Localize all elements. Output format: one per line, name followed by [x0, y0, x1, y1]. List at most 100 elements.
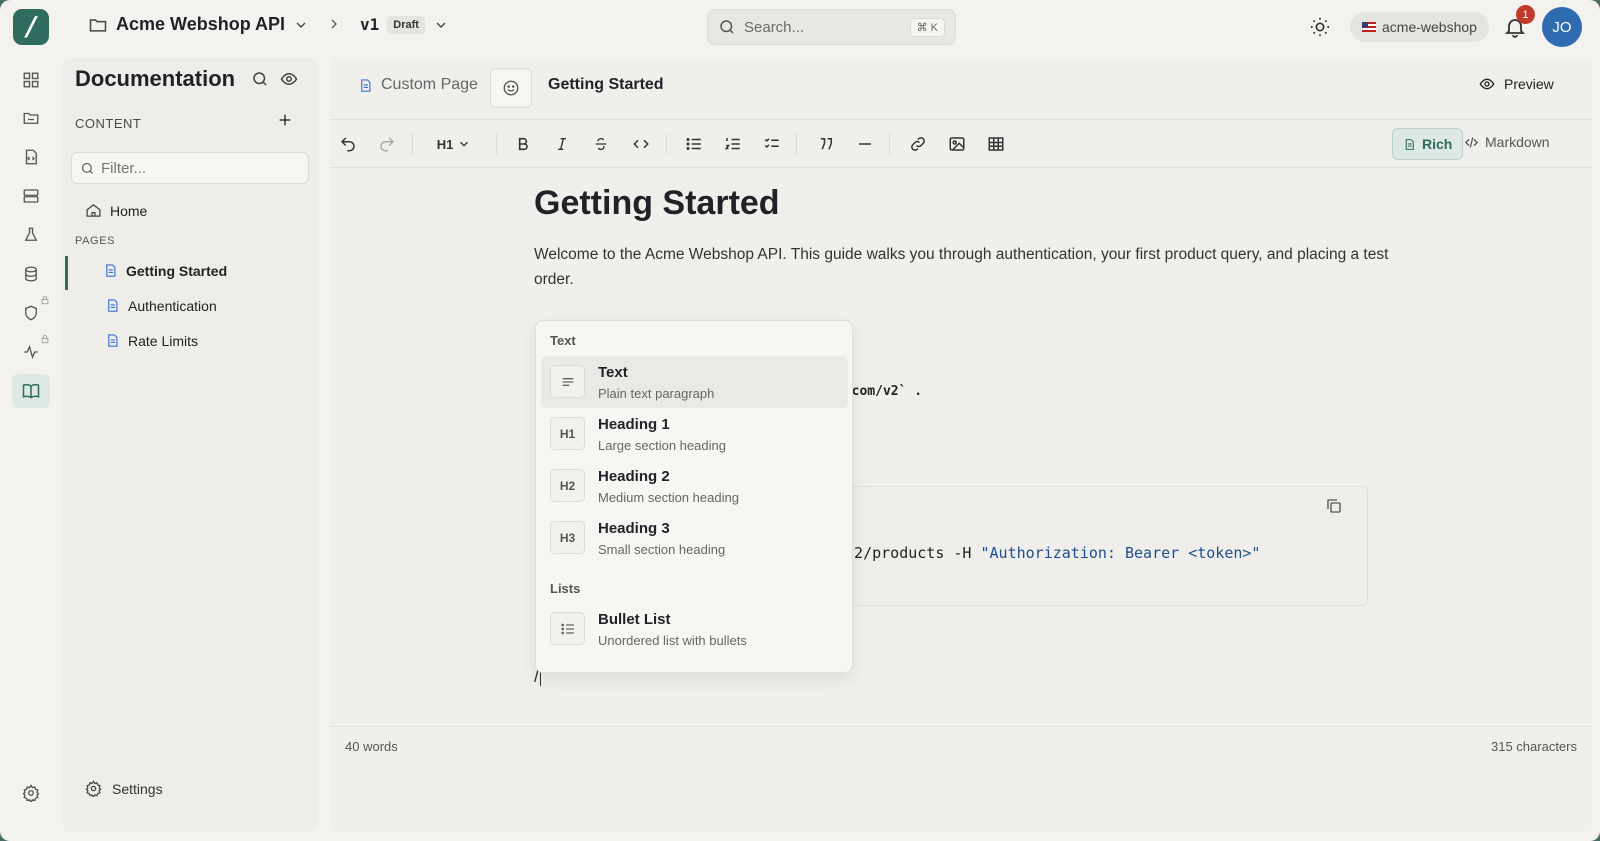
theme-toggle-sun-icon[interactable]	[1309, 16, 1331, 38]
menu-item-heading-1[interactable]: H1 Heading 1 Large section heading	[541, 408, 848, 460]
toolbar-divider	[796, 134, 797, 154]
page-title-input[interactable]: Getting Started	[548, 76, 664, 94]
chevron-down-icon	[460, 141, 469, 147]
document-paragraph[interactable]: Welcome to the Acme Webshop API. This gu…	[534, 242, 1394, 292]
tenant-name: acme-webshop	[1382, 19, 1477, 35]
server-icon[interactable]	[17, 182, 45, 210]
sidebar-page-rate-limits[interactable]: Rate Limits	[105, 332, 198, 349]
document-icon	[108, 334, 118, 347]
sidebar-title: Documentation	[75, 66, 236, 91]
code-icon	[1464, 136, 1479, 148]
lock-icon	[41, 334, 49, 344]
flask-icon[interactable]	[17, 221, 45, 249]
sidebar-header-actions	[251, 70, 299, 88]
document-heading[interactable]: Getting Started	[534, 184, 780, 223]
document-icon	[1405, 138, 1414, 150]
pages-section-label: PAGES	[75, 235, 116, 247]
menu-item-subtitle: Small section heading	[598, 542, 726, 557]
breadcrumb-separator-icon	[326, 16, 342, 32]
table-icon[interactable]	[984, 132, 1008, 156]
word-count: 40 words	[345, 739, 398, 754]
version-label: v1	[360, 15, 380, 34]
link-icon[interactable]	[906, 132, 930, 156]
markdown-mode-label: Markdown	[1485, 134, 1550, 150]
folder-icon	[89, 18, 107, 32]
api-file-icon[interactable]	[17, 143, 45, 171]
documentation-book-icon[interactable]	[12, 374, 50, 408]
toolbar-divider	[496, 134, 497, 154]
menu-item-subtitle: Unordered list with bullets	[598, 633, 747, 648]
sidebar-page-getting-started[interactable]: Getting Started	[103, 262, 227, 279]
page-type-text: Custom Page	[381, 76, 478, 93]
project-switcher[interactable]: Acme Webshop API	[88, 14, 309, 35]
chevron-down-icon	[436, 22, 446, 28]
heading-2-icon: H2	[550, 469, 585, 502]
active-page-indicator	[65, 256, 68, 290]
image-icon[interactable]	[945, 132, 969, 156]
editor-header: Custom Page Getting Started Preview	[330, 58, 1592, 120]
emoji-picker-button[interactable]	[490, 68, 532, 108]
redo-icon[interactable]	[375, 132, 399, 156]
menu-group-label: Lists	[550, 581, 581, 596]
documentation-sidebar: Documentation CONTENT Filter... Home PAG…	[63, 58, 317, 832]
menu-item-title: Heading 1	[598, 416, 670, 433]
horizontal-rule-icon[interactable]	[853, 132, 877, 156]
heading-3-icon: H3	[550, 521, 585, 554]
search-icon[interactable]	[251, 70, 269, 88]
editor-content[interactable]: Getting Started Welcome to the Acme Webs…	[330, 168, 1592, 798]
code-line: /v2/products -H "Authorization: Bearer <…	[836, 544, 1260, 562]
plus-icon	[279, 114, 291, 126]
top-bar: / Acme Webshop API v1 Draft Search... ⌘ …	[0, 0, 1600, 54]
user-avatar[interactable]: JO	[1542, 7, 1582, 47]
menu-item-text[interactable]: Text Plain text paragraph	[541, 356, 848, 408]
markdown-mode-button[interactable]: Markdown	[1464, 134, 1550, 150]
eye-icon[interactable]	[279, 70, 299, 88]
italic-icon[interactable]	[550, 132, 574, 156]
heading-level-dropdown[interactable]: H1	[434, 132, 474, 156]
bullet-list-icon[interactable]	[682, 132, 706, 156]
inline-code-icon[interactable]	[629, 132, 653, 156]
preview-button[interactable]: Preview	[1478, 76, 1554, 92]
rich-mode-button[interactable]: Rich	[1392, 128, 1464, 160]
version-switcher[interactable]: v1 Draft	[360, 15, 449, 34]
document-icon	[361, 78, 371, 92]
notification-count-badge: 1	[1516, 5, 1535, 24]
code-string: "Authorization: Bearer <token>"	[980, 544, 1261, 562]
gear-icon	[85, 780, 102, 797]
menu-item-subtitle: Large section heading	[598, 438, 726, 453]
numbered-list-icon[interactable]	[721, 132, 745, 156]
sidebar-page-authentication[interactable]: Authentication	[105, 297, 217, 314]
projects-icon[interactable]	[17, 104, 45, 132]
menu-item-heading-2[interactable]: H2 Heading 2 Medium section heading	[541, 460, 848, 512]
add-content-button[interactable]	[277, 112, 293, 128]
heading-level-value: H1	[436, 136, 454, 152]
bullet-list-icon	[550, 612, 585, 645]
database-icon[interactable]	[17, 260, 45, 288]
app-logo[interactable]: /	[13, 9, 49, 45]
menu-item-bullet-list[interactable]: Bullet List Unordered list with bullets	[541, 603, 848, 655]
copy-icon[interactable]	[1325, 497, 1343, 515]
search-icon	[81, 162, 93, 174]
checklist-icon[interactable]	[760, 132, 784, 156]
dashboard-icon[interactable]	[17, 66, 45, 94]
strikethrough-icon[interactable]	[589, 132, 613, 156]
tenant-selector[interactable]: acme-webshop	[1350, 12, 1489, 42]
global-search[interactable]: Search... ⌘ K	[707, 9, 956, 45]
page-label: Rate Limits	[128, 332, 199, 349]
sidebar-item-home[interactable]: Home	[85, 202, 147, 219]
gear-icon[interactable]	[17, 779, 45, 807]
undo-icon[interactable]	[336, 132, 360, 156]
toolbar-divider	[889, 134, 890, 154]
bold-icon[interactable]	[511, 132, 535, 156]
search-icon	[720, 20, 734, 34]
filter-input[interactable]: Filter...	[71, 152, 309, 184]
us-flag-icon	[1362, 22, 1376, 32]
search-placeholder: Search...	[744, 18, 805, 36]
blockquote-icon[interactable]	[814, 132, 838, 156]
sidebar-settings-button[interactable]: Settings	[85, 780, 163, 797]
page-type-label: Custom Page	[358, 76, 478, 94]
menu-group-label: Text	[550, 333, 576, 348]
menu-item-heading-3[interactable]: H3 Heading 3 Small section heading	[541, 512, 848, 564]
lock-icon	[41, 295, 49, 305]
menu-item-title: Bullet List	[598, 611, 671, 628]
